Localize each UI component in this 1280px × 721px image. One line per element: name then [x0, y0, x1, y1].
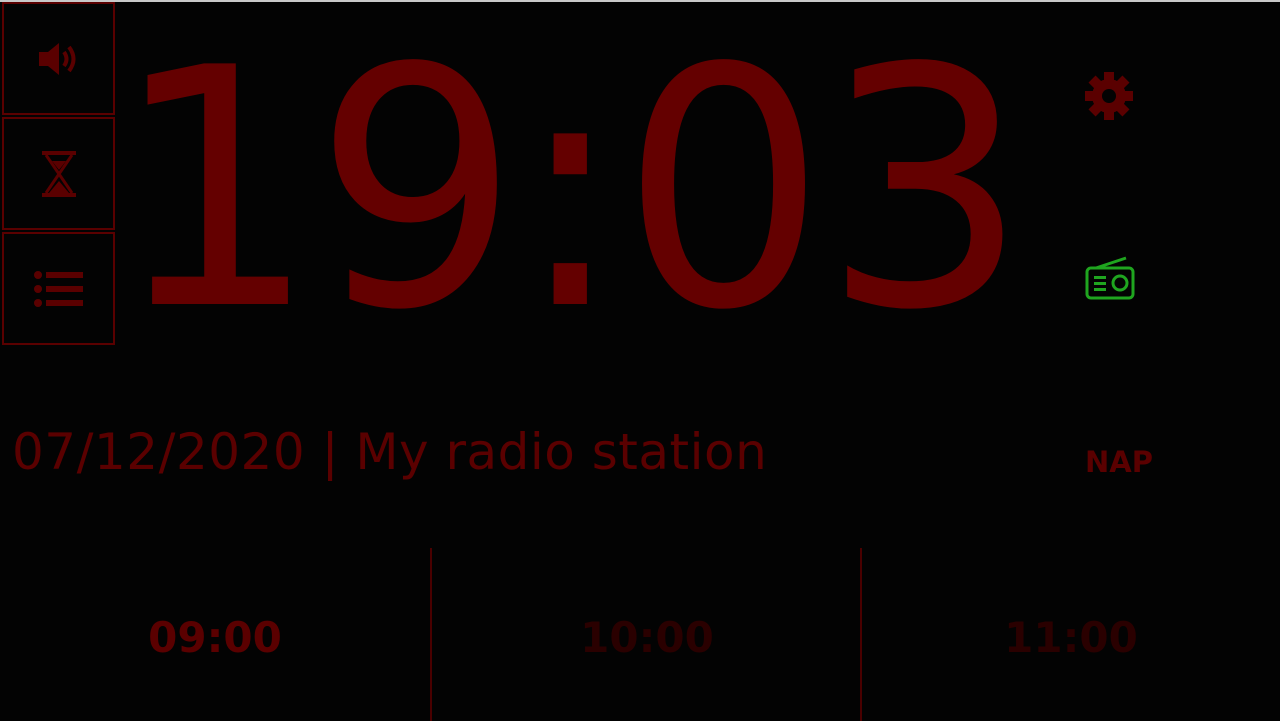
date-station-label: 07/12/2020 | My radio station [12, 423, 768, 481]
menu-button[interactable] [2, 232, 115, 345]
list-icon [33, 270, 83, 307]
clock-time: 19:03 [112, 0, 1028, 382]
alarm-clock-screen: 19:03 07/12/2020 | My radio station NAP … [0, 0, 1280, 721]
gear-icon [1085, 72, 1133, 120]
volume-button[interactable] [2, 2, 115, 115]
radio-button[interactable] [1082, 256, 1138, 302]
alarm-slot-3[interactable]: 11:00 [862, 602, 1280, 674]
alarm-slot-1[interactable]: 09:00 [0, 602, 430, 674]
speaker-icon [38, 42, 75, 75]
radio-icon [1085, 256, 1135, 300]
nap-button[interactable]: NAP [1080, 442, 1158, 482]
settings-button[interactable] [1083, 70, 1135, 122]
sleep-timer-button[interactable] [2, 117, 115, 230]
alarm-slot-2[interactable]: 10:00 [432, 602, 862, 674]
hourglass-icon [41, 150, 76, 197]
